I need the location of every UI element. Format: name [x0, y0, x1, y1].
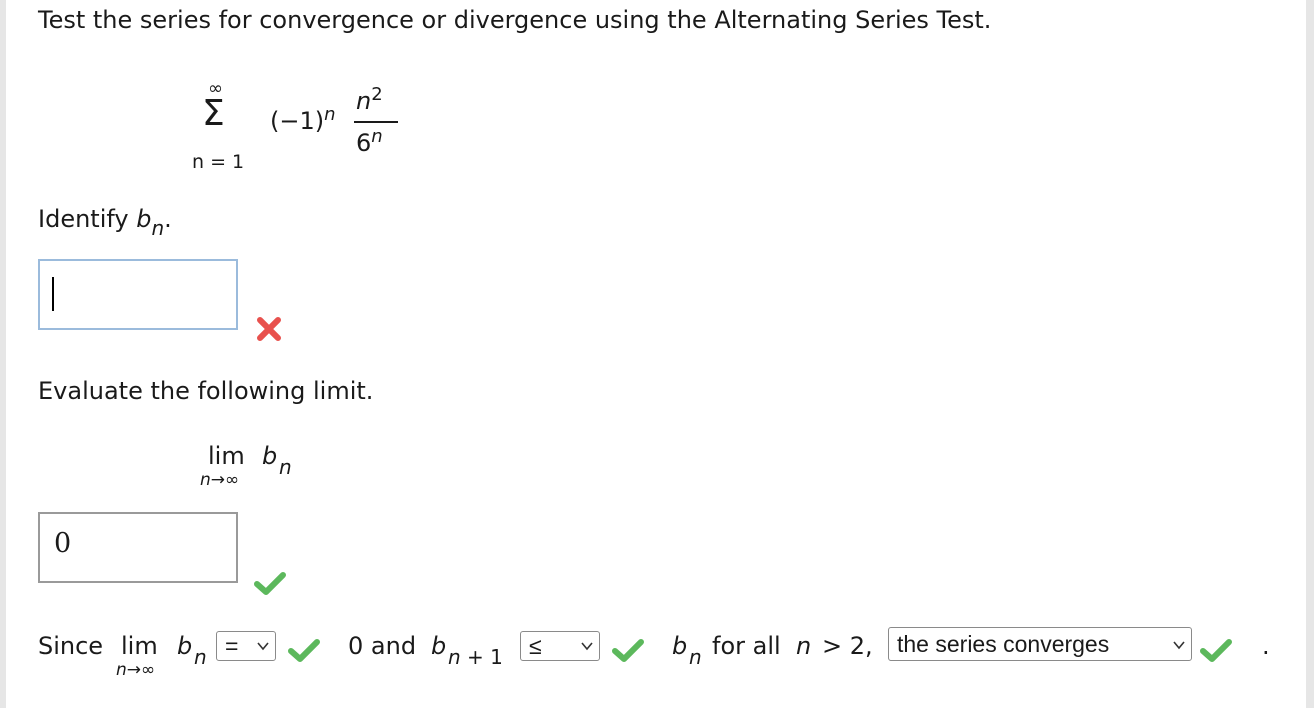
comparison-select-1[interactable]: = [216, 631, 276, 661]
limit-answer-input[interactable]: 0 [38, 512, 238, 583]
conclusion-select[interactable]: the series converges [888, 627, 1192, 661]
greater-than-text: > 2, [822, 632, 873, 660]
period: . [1262, 632, 1270, 660]
comparison-select-2[interactable]: ≤ [520, 631, 600, 661]
lim-subscript: n→∞ [200, 470, 240, 490]
for-all-text: for all [712, 632, 781, 660]
select-2-value: ≤ [529, 633, 542, 659]
since-text: Since [38, 632, 104, 660]
chevron-down-icon [581, 642, 593, 651]
n-variable: n [796, 632, 812, 660]
fraction-bar [354, 121, 398, 123]
sigma-symbol: Σ [202, 93, 225, 134]
since-b: b [177, 632, 193, 660]
left-border [0, 0, 6, 708]
numerator: n2 [356, 84, 383, 115]
bn-answer-input[interactable] [38, 259, 238, 330]
check-icon [612, 639, 644, 662]
chevron-down-icon [257, 642, 269, 651]
limit-answer-value: 0 [54, 528, 72, 559]
sum-lower-limit: n = 1 [192, 151, 245, 173]
check-icon [1200, 639, 1232, 662]
lim-text: lim [208, 442, 245, 470]
chevron-down-icon [1173, 641, 1185, 650]
identify-label: Identify bn. [38, 205, 172, 240]
lim-b-subscript: n [279, 455, 292, 479]
select-1-value: = [225, 633, 239, 659]
check-icon [288, 639, 320, 662]
b-n-subscript: n [689, 645, 702, 669]
text-cursor [52, 277, 54, 311]
since-b-subscript: n [194, 645, 207, 669]
lim-b: b [262, 442, 278, 470]
question-prompt: Test the series for convergence or diver… [38, 6, 992, 34]
b-n1: b [431, 632, 447, 660]
x-icon [257, 317, 281, 341]
sign-factor: (−1)n [270, 104, 336, 135]
right-border [1306, 0, 1314, 708]
check-icon [254, 572, 286, 595]
denominator: 6n [356, 126, 383, 157]
and-text: 0 and [348, 632, 417, 660]
since-lim-subscript: n→∞ [116, 660, 156, 680]
conclusion-select-value: the series converges [897, 631, 1110, 657]
limit-prompt: Evaluate the following limit. [38, 377, 374, 405]
b-n1-subscript: n + 1 [448, 645, 503, 669]
since-lim-text: lim [121, 632, 158, 660]
b-n: b [672, 632, 688, 660]
